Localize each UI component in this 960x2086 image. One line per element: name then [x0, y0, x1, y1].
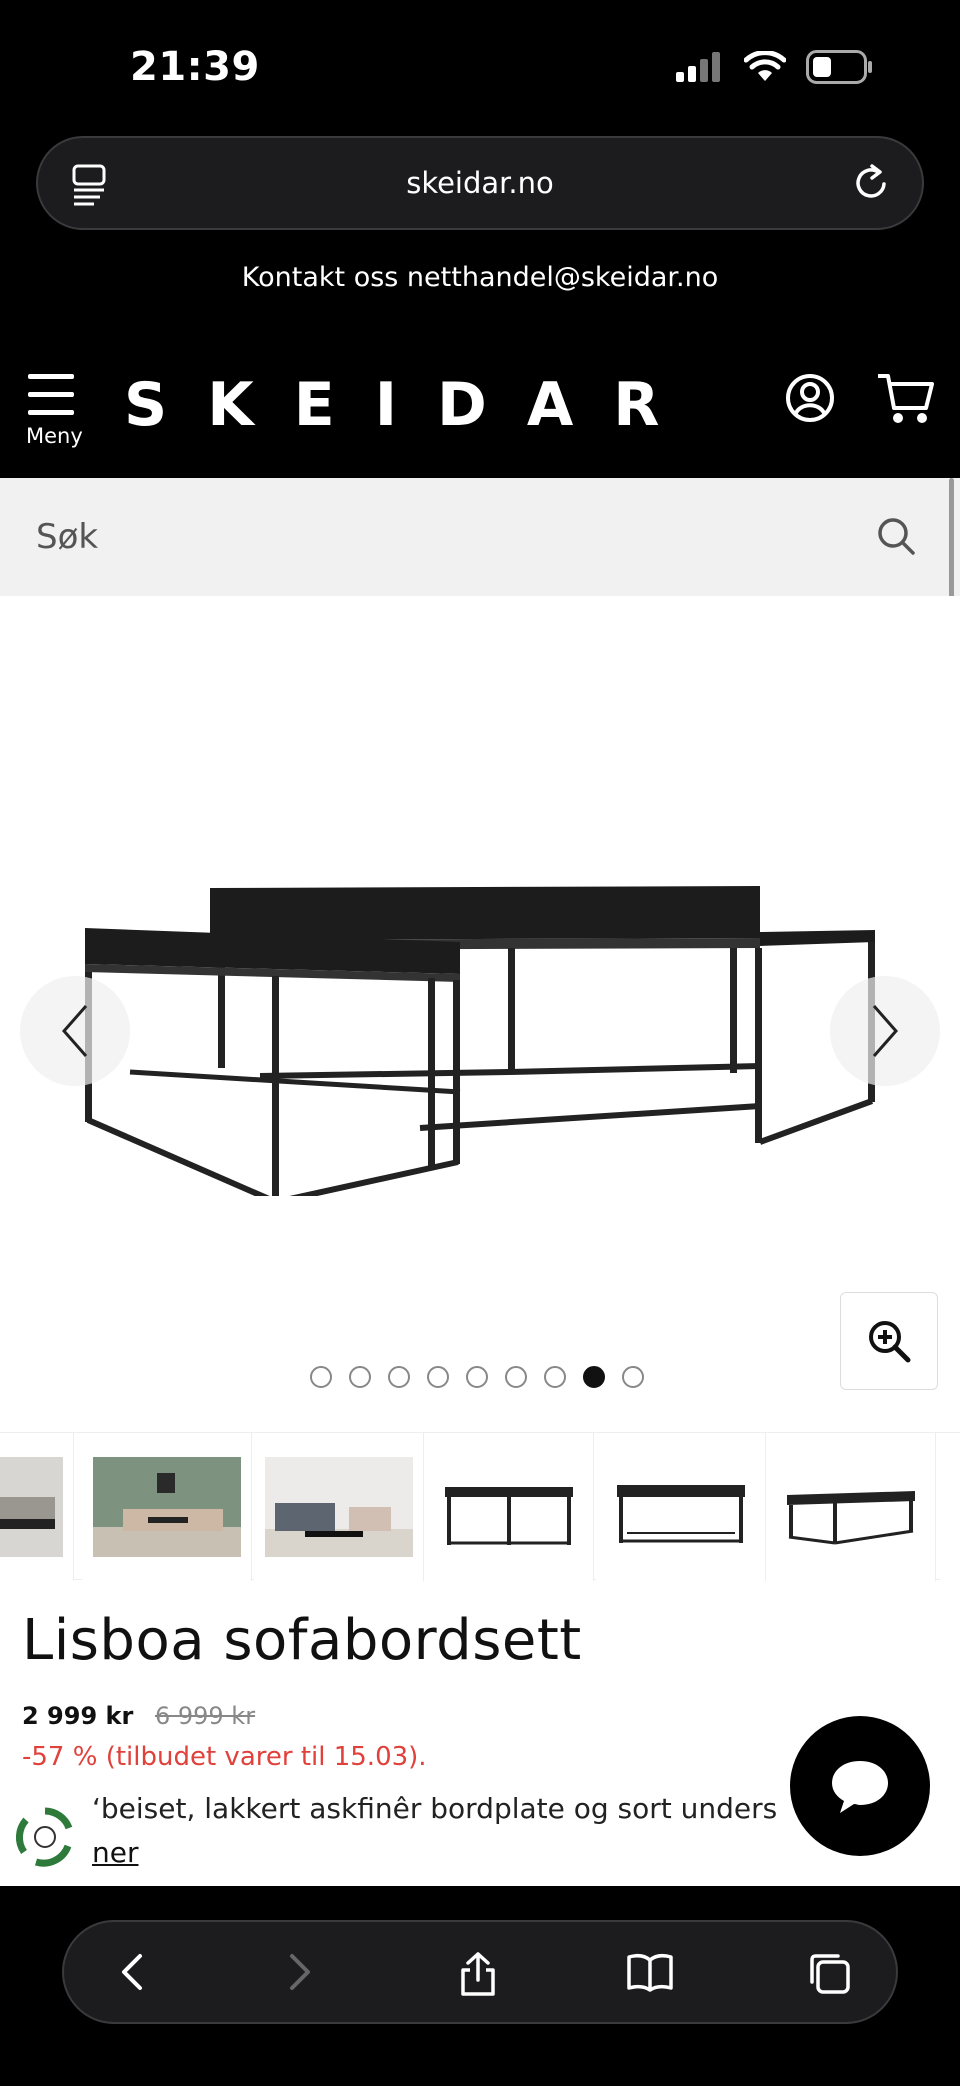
site-logo[interactable]: SKEIDAR [124, 370, 699, 440]
url-bar[interactable]: skeidar.no [36, 136, 924, 230]
url-text[interactable]: skeidar.no [406, 166, 554, 200]
chevron-left-icon[interactable] [60, 1004, 90, 1058]
read-more-link[interactable]: ner [92, 1836, 138, 1869]
thumbnail[interactable] [254, 1433, 424, 1581]
chat-icon[interactable] [828, 1757, 892, 1815]
current-price: 2 999 kr [22, 1702, 134, 1730]
gallery-dot[interactable] [388, 1366, 410, 1388]
forward-icon[interactable] [286, 1950, 316, 1998]
battery-icon [806, 50, 872, 84]
gallery-dot[interactable] [583, 1366, 605, 1388]
account-icon[interactable] [784, 372, 836, 428]
discount-text: -57 % (tilbudet varer til 15.03). [22, 1742, 427, 1772]
site-header: Meny SKEIDAR [0, 340, 960, 478]
gallery-dot[interactable] [622, 1366, 644, 1388]
zoom-button[interactable] [840, 1292, 938, 1390]
reload-icon[interactable] [852, 162, 892, 210]
gallery-dot[interactable] [505, 1366, 527, 1388]
gallery-next-button[interactable] [830, 976, 940, 1086]
hamburger-icon[interactable] [26, 374, 86, 415]
original-price: 6 999 kr [154, 1702, 256, 1730]
thumbnail[interactable] [0, 1433, 74, 1581]
bookmarks-icon[interactable] [626, 1950, 674, 1998]
product-title: Lisboa sofabordsett [22, 1608, 582, 1673]
gallery-dot[interactable] [544, 1366, 566, 1388]
thumbnail[interactable] [596, 1433, 766, 1581]
gallery-dot[interactable] [310, 1366, 332, 1388]
gallery-dot[interactable] [349, 1366, 371, 1388]
menu-button[interactable]: Meny [26, 374, 86, 448]
signal-icon [676, 52, 720, 82]
zoom-icon[interactable] [867, 1319, 911, 1363]
gallery-dot[interactable] [427, 1366, 449, 1388]
search-input[interactable] [36, 517, 836, 557]
eco-badge-icon[interactable] [14, 1806, 76, 1868]
thumbnail[interactable] [424, 1433, 594, 1581]
product-image[interactable] [70, 876, 890, 1196]
status-icons [676, 50, 874, 84]
cart-icon[interactable] [876, 372, 934, 430]
gallery-prev-button[interactable] [20, 976, 130, 1086]
thumbnail[interactable] [766, 1433, 936, 1581]
thumbnail[interactable] [82, 1433, 252, 1581]
status-time: 21:39 [130, 44, 260, 90]
tabs-overview-icon[interactable] [806, 1950, 852, 2000]
chevron-right-icon[interactable] [870, 1004, 900, 1058]
chat-button[interactable] [790, 1716, 930, 1856]
browser-toolbar [62, 1920, 898, 2024]
thumbnail-strip[interactable] [0, 1432, 960, 1581]
wifi-icon [744, 51, 786, 81]
back-icon[interactable] [116, 1950, 146, 1998]
status-bar: 21:39 [0, 0, 960, 130]
price-row: 2 999 kr 6 999 kr [22, 1702, 255, 1730]
product-description: ‘beiset, lakkert askfinêr bordplate og s… [92, 1792, 778, 1825]
share-icon[interactable] [458, 1950, 498, 2002]
product-page: Lisboa sofabordsett 2 999 kr 6 999 kr -5… [0, 596, 960, 1886]
thumbnail[interactable] [940, 1433, 960, 1581]
gallery-dots [310, 1366, 644, 1388]
gallery-dot[interactable] [466, 1366, 488, 1388]
contact-banner[interactable]: Kontakt oss netthandel@skeidar.no [0, 262, 960, 293]
search-icon[interactable] [876, 516, 916, 560]
menu-label[interactable]: Meny [26, 424, 86, 448]
tabs-icon[interactable] [70, 162, 110, 210]
search-bar [0, 478, 960, 596]
